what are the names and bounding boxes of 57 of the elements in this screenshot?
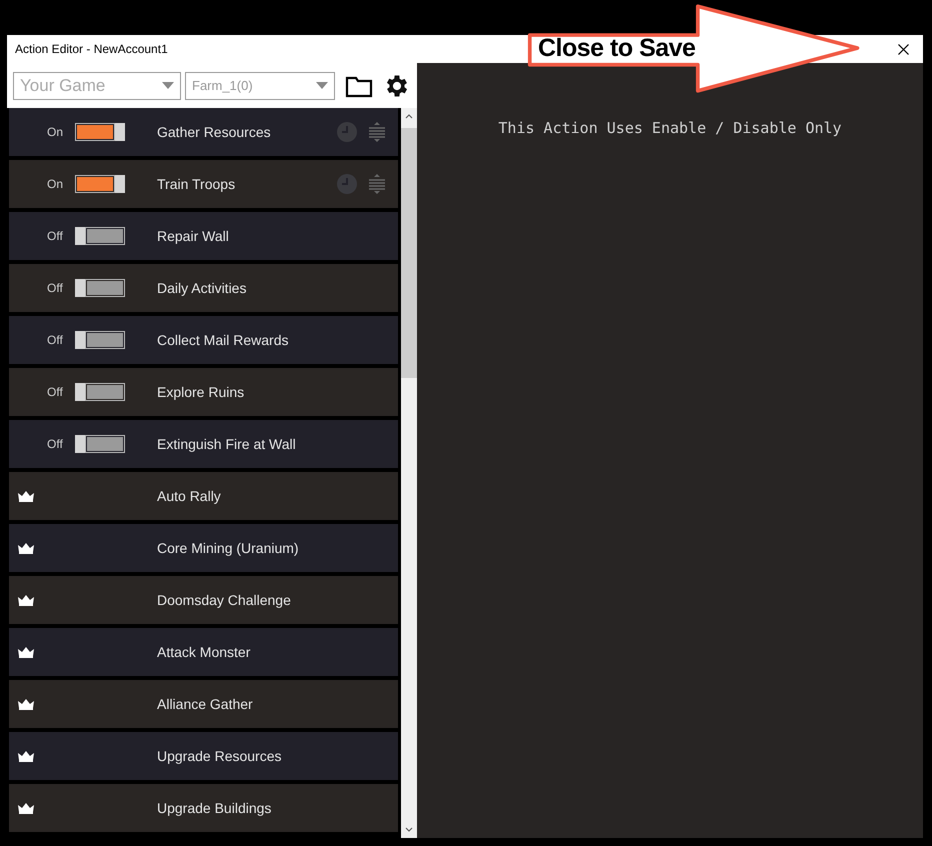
action-row[interactable]: Attack Monster xyxy=(9,628,398,676)
crown-icon xyxy=(17,646,35,658)
state-label: Off xyxy=(47,281,64,295)
action-name: Gather Resources xyxy=(157,124,272,140)
toggle-switch[interactable] xyxy=(75,227,125,245)
caret-icon xyxy=(162,82,174,90)
state-label: On xyxy=(47,125,64,139)
action-name: Doomsday Challenge xyxy=(157,592,292,608)
state-label: Off xyxy=(47,229,64,243)
action-name: Attack Monster xyxy=(157,644,252,660)
action-row[interactable]: Off Repair Wall xyxy=(9,212,398,260)
action-name: Repair Wall xyxy=(157,228,230,244)
action-row[interactable]: On Gather Resources xyxy=(9,108,398,156)
toggle-switch[interactable] xyxy=(75,331,125,349)
crown-icon xyxy=(17,542,35,554)
action-row[interactable]: Off Collect Mail Rewards xyxy=(9,316,398,364)
action-row[interactable]: Off Explore Ruins xyxy=(9,368,398,416)
action-name: Train Troops xyxy=(157,176,236,192)
scrollbar[interactable] xyxy=(401,108,417,838)
action-row[interactable]: Core Mining (Uranium) xyxy=(9,524,398,572)
action-name: Upgrade Buildings xyxy=(157,800,272,816)
reorder-icon[interactable] xyxy=(366,121,388,143)
state-label: On xyxy=(47,177,64,191)
action-row[interactable]: Auto Rally xyxy=(9,472,398,520)
action-name: Alliance Gather xyxy=(157,696,254,712)
action-row[interactable]: Alliance Gather xyxy=(9,680,398,728)
action-row[interactable]: Off Daily Activities xyxy=(9,264,398,312)
callout-text: Close to Save xyxy=(538,34,696,63)
window-title: Action Editor - NewAccount1 xyxy=(15,42,168,56)
toggle-switch[interactable] xyxy=(75,435,125,453)
action-name: Core Mining (Uranium) xyxy=(157,540,300,556)
action-row[interactable]: On Train Troops xyxy=(9,160,398,208)
action-row[interactable]: Upgrade Resources xyxy=(9,732,398,780)
action-name: Daily Activities xyxy=(157,280,248,296)
crown-icon xyxy=(17,750,35,762)
crown-icon xyxy=(17,802,35,814)
state-label: Off xyxy=(47,333,64,347)
action-row[interactable]: Doomsday Challenge xyxy=(9,576,398,624)
caret-icon xyxy=(316,82,328,90)
action-name: Auto Rally xyxy=(157,488,222,504)
toggle-switch[interactable] xyxy=(75,383,125,401)
action-name: Explore Ruins xyxy=(157,384,246,400)
reorder-icon[interactable] xyxy=(366,173,388,195)
action-row[interactable]: Upgrade Buildings xyxy=(9,784,398,832)
toggle-switch[interactable] xyxy=(75,123,125,141)
state-label: Off xyxy=(47,385,64,399)
action-name: Collect Mail Rewards xyxy=(157,332,290,348)
toggle-switch[interactable] xyxy=(75,175,125,193)
state-label: Off xyxy=(47,437,64,451)
toggle-switch[interactable] xyxy=(75,279,125,297)
crown-icon xyxy=(17,594,35,606)
action-row[interactable]: Off Extinguish Fire at Wall xyxy=(9,420,398,468)
crown-icon xyxy=(17,698,35,710)
action-name: Upgrade Resources xyxy=(157,748,283,764)
crown-icon xyxy=(17,490,35,502)
action-name: Extinguish Fire at Wall xyxy=(157,436,297,452)
detail-message: This Action Uses Enable / Disable Only xyxy=(498,119,842,139)
